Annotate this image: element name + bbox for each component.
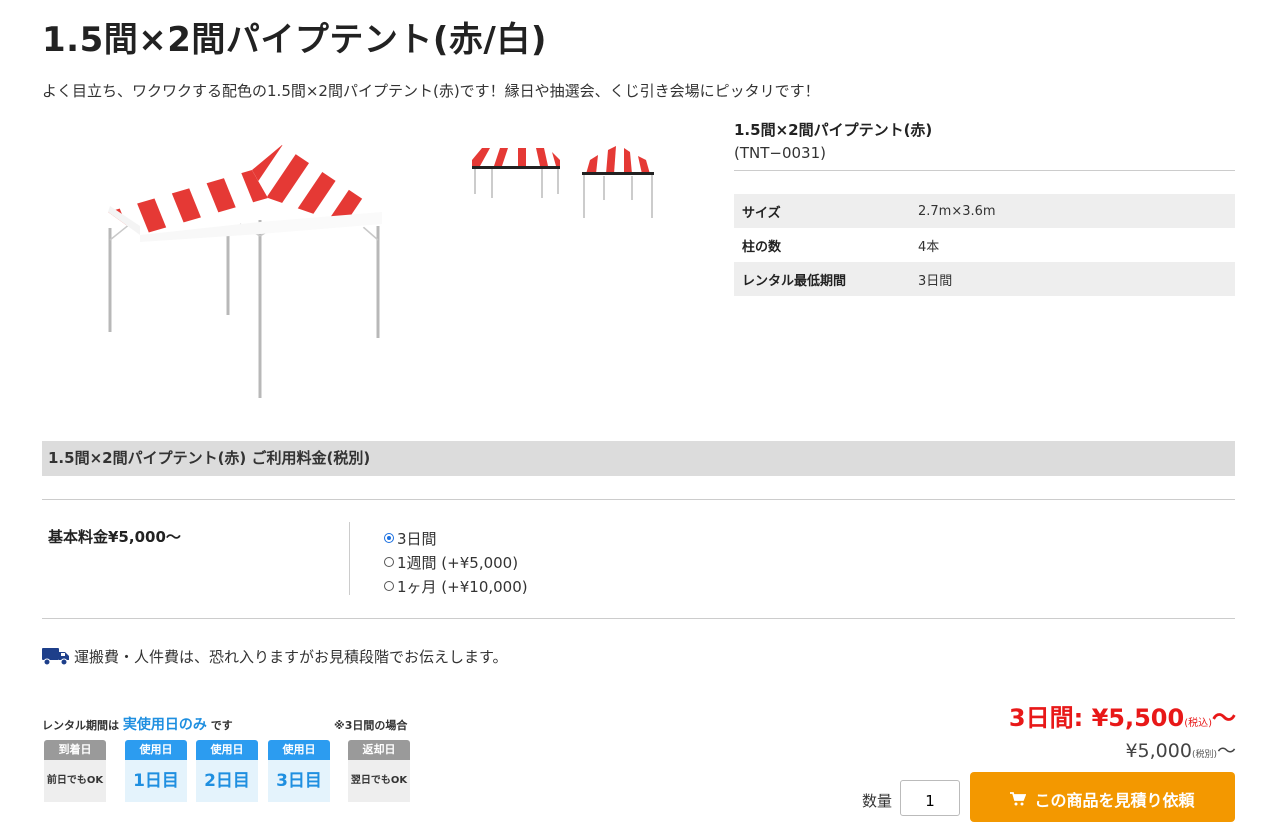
banner-highlight: 実使用日のみ xyxy=(122,717,207,733)
period-option-3days[interactable]: 3日間 xyxy=(384,526,528,550)
day-box-bottom: 翌日でもOK xyxy=(348,760,410,802)
period-option-1month[interactable]: 1ヶ月 (+¥10,000) xyxy=(384,574,528,598)
banner-note: ※3日間の場合 xyxy=(334,719,408,732)
spec-row-size: サイズ 2.7m×3.6m xyxy=(734,194,1235,228)
period-option-label: 1週間 (+¥5,000) xyxy=(397,553,519,572)
product-code: (TNT−0031) xyxy=(734,144,826,162)
product-name: 1.5間×2間パイプテント(赤) xyxy=(734,121,933,139)
day-box-bottom: 2日目 xyxy=(196,760,258,802)
day-box-top: 到着日 xyxy=(44,740,106,760)
rental-period-options: 3日間 1週間 (+¥5,000) 1ヶ月 (+¥10,000) xyxy=(384,526,528,598)
truck-icon xyxy=(42,648,69,666)
thumbnail-image-front[interactable] xyxy=(470,140,562,202)
day-box-arrival: 到着日 前日でもOK xyxy=(44,740,106,802)
price-tax-included: 3日間: ¥5,500(税込)〜 xyxy=(1009,698,1236,733)
spec-row-poles: 柱の数 4本 xyxy=(734,228,1235,262)
spec-table: サイズ 2.7m×3.6m 柱の数 4本 レンタル最低期間 3日間 xyxy=(734,194,1235,296)
radio-icon[interactable] xyxy=(384,581,394,591)
banner-lead-text: レンタル期間は xyxy=(42,719,119,732)
divider xyxy=(734,170,1235,171)
spec-key: サイズ xyxy=(734,194,910,228)
price-tax-included-value: 3日間: ¥5,500 xyxy=(1008,704,1185,732)
day-box-bottom: 3日目 xyxy=(268,760,330,802)
day-box-return: 返却日 翌日でもOK xyxy=(348,740,410,802)
period-option-1week[interactable]: 1週間 (+¥5,000) xyxy=(384,550,528,574)
spec-value: 3日間 xyxy=(910,262,1235,296)
price-tax-excluded: ¥5,000(税別)〜 xyxy=(1125,736,1236,763)
quantity-label: 数量 xyxy=(862,792,893,810)
spec-row-min-period: レンタル最低期間 3日間 xyxy=(734,262,1235,296)
tax-included-suffix: (税込) xyxy=(1184,718,1212,729)
base-price-label: 基本料金¥5,000〜 xyxy=(48,528,181,546)
cart-icon xyxy=(1010,792,1027,806)
page-title: 1.5間×2間パイプテント(赤/白) xyxy=(42,20,547,60)
day-box-top: 使用日 xyxy=(268,740,330,760)
main-product-image[interactable] xyxy=(100,140,390,405)
pricing-header: 1.5間×2間パイプテント(赤) ご利用料金(税別) xyxy=(42,441,1235,476)
banner-lead: レンタル期間は 実使用日のみ です xyxy=(42,714,233,734)
spec-value: 4本 xyxy=(918,239,940,255)
day-box-use-2: 使用日 2日目 xyxy=(196,740,258,802)
product-lead-text: よく目立ち、ワクワクする配色の1.5間×2間パイプテント(赤)です！縁日や抽選会… xyxy=(42,82,820,100)
day-box-use-3: 使用日 3日目 xyxy=(268,740,330,802)
price-tilde: 〜 xyxy=(1212,704,1236,732)
period-option-label: 3日間 xyxy=(397,529,437,548)
day-box-bottom: 1日目 xyxy=(125,760,187,802)
thumbnail-image-side[interactable] xyxy=(580,140,656,222)
divider xyxy=(42,499,1235,500)
tax-excluded-suffix: (税別) xyxy=(1191,750,1217,760)
period-option-label: 1ヶ月 (+¥10,000) xyxy=(397,577,528,596)
radio-icon[interactable] xyxy=(384,557,394,567)
spec-value: 2.7m×3.6m xyxy=(910,194,1235,228)
request-quote-button[interactable]: この商品を見積り依頼 xyxy=(970,772,1235,822)
price-tilde: 〜 xyxy=(1216,740,1236,762)
radio-selected-icon[interactable] xyxy=(384,533,394,543)
shipping-note: 運搬費・人件費は、恐れ入りますがお見積段階でお伝えします。 xyxy=(74,648,508,666)
day-box-top: 使用日 xyxy=(196,740,258,760)
day-box-bottom: 前日でもOK xyxy=(44,760,106,802)
spec-key: 柱の数 xyxy=(742,239,782,255)
day-box-use-1: 使用日 1日目 xyxy=(125,740,187,802)
banner-tail: です xyxy=(210,719,233,732)
price-tax-excluded-value: ¥5,000 xyxy=(1125,740,1192,762)
spec-key: レンタル最低期間 xyxy=(734,262,910,296)
day-box-top: 返却日 xyxy=(348,740,410,760)
divider xyxy=(42,618,1235,619)
divider-vertical xyxy=(349,522,350,595)
day-box-top: 使用日 xyxy=(125,740,187,760)
request-quote-label: この商品を見積り依頼 xyxy=(1034,791,1195,810)
rental-period-banner: レンタル期間は 実使用日のみ です ※3日間の場合 到着日 前日でもOK 使用日… xyxy=(42,712,412,808)
